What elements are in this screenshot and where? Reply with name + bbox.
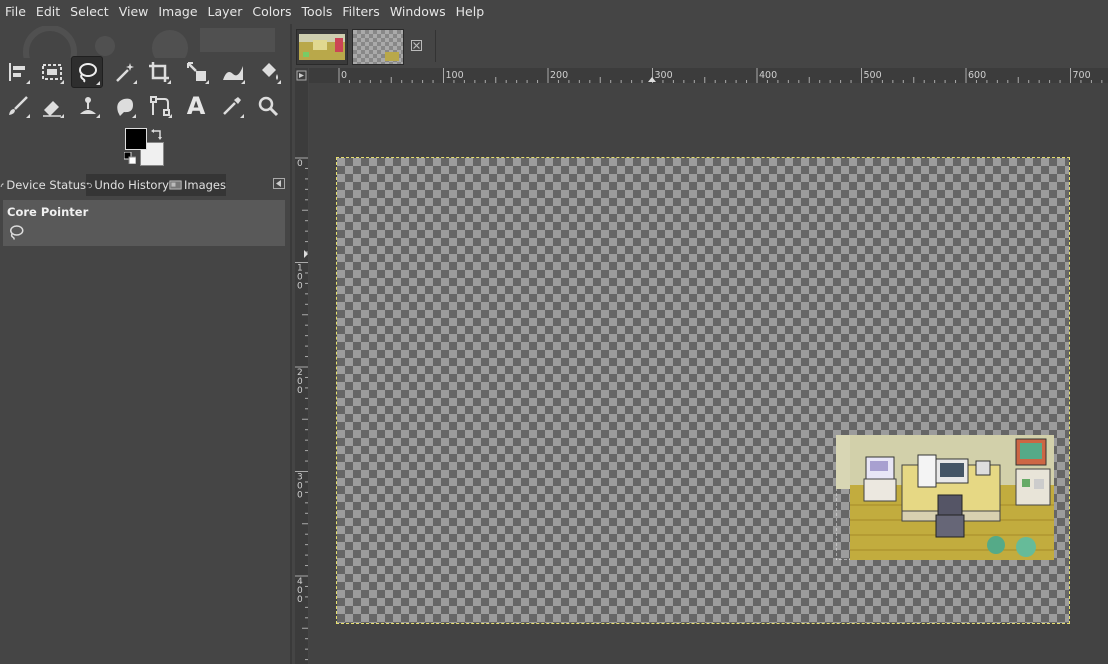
ruler-label: 400: [759, 70, 777, 81]
tab-separator: [435, 30, 436, 62]
swap-colors-icon[interactable]: [151, 128, 163, 140]
vertical-ruler-ticks: 0100200300400: [295, 157, 308, 661]
tab-label: Images: [183, 178, 226, 192]
core-pointer-label: Core Pointer: [7, 205, 89, 219]
close-icon[interactable]: [411, 40, 422, 51]
ruler-label: 200: [550, 70, 568, 81]
ruler-label: 100: [446, 70, 464, 81]
transform-tool-button[interactable]: [183, 58, 211, 86]
menu-bar: File Edit Select View Image Layer Colors Tools F…: [0, 0, 1108, 24]
crop-tool-button[interactable]: [145, 58, 173, 86]
vertical-ruler[interactable]: 0100200300400: [295, 83, 308, 664]
fuzzy-select-tool-button[interactable]: [111, 58, 139, 86]
warp-tool-button[interactable]: [219, 58, 247, 86]
image-canvas[interactable]: [309, 83, 1108, 664]
room-thumbnail-icon: [385, 52, 399, 61]
zoom-icon: [258, 96, 279, 117]
ruler-label: 500: [864, 70, 882, 81]
device-status-icon: [0, 183, 4, 187]
menu-image[interactable]: Image: [153, 0, 202, 24]
horizontal-ruler-ticks: 0 100 200 300 400 500 600 700: [338, 68, 1103, 83]
tab-label: Undo History: [94, 178, 169, 192]
tab-images[interactable]: Images: [169, 174, 226, 196]
free-select-lasso-icon: [10, 225, 24, 240]
ruler-label: 0: [341, 70, 347, 81]
dock-menu-button[interactable]: [273, 178, 285, 189]
paintbrush-tool-button[interactable]: [4, 92, 32, 120]
ruler-label: 300: [655, 70, 673, 81]
tab-label: Device Status: [6, 178, 86, 192]
menu-select[interactable]: Select: [65, 0, 114, 24]
color-picker-tool-button[interactable]: [218, 92, 246, 120]
menu-view[interactable]: View: [114, 0, 154, 24]
ruler-corner-button[interactable]: [295, 68, 308, 83]
align-tool-button[interactable]: [4, 58, 32, 86]
menu-help[interactable]: Help: [451, 0, 490, 24]
menu-windows[interactable]: Windows: [385, 0, 451, 24]
ruler-label-digit: 0: [297, 159, 303, 169]
image-tab-thumbnail[interactable]: [352, 29, 404, 65]
eraser-tool-button[interactable]: [38, 92, 66, 120]
foreground-color-swatch[interactable]: [125, 128, 147, 150]
dock-tabbar: Device Status Undo History Images: [0, 174, 290, 196]
smudge-tool-button[interactable]: [110, 92, 138, 120]
tab-device-status[interactable]: Device Status: [0, 174, 86, 196]
tab-undo-history[interactable]: Undo History: [86, 174, 169, 196]
menu-file[interactable]: File: [0, 0, 31, 24]
toolbox-dock: A Device Status Undo History Images Core…: [0, 24, 290, 664]
ruler-label-digit: 0: [297, 386, 303, 396]
menu-layer[interactable]: Layer: [203, 0, 248, 24]
clone-tool-button[interactable]: [74, 92, 102, 120]
text-icon: A: [186, 92, 206, 120]
text-tool-button[interactable]: A: [182, 92, 210, 120]
undo-history-icon: [86, 182, 92, 189]
ruler-label-digit: 0: [297, 491, 303, 501]
horizontal-ruler[interactable]: 0 100 200 300 400 500 600 700: [309, 68, 1108, 83]
menu-filters[interactable]: Filters: [337, 0, 384, 24]
image-tab-thumbnail[interactable]: [296, 29, 348, 65]
free-select-tool-button[interactable]: [71, 56, 103, 88]
ruler-label-digit: 0: [297, 282, 303, 292]
paths-tool-button[interactable]: [146, 92, 174, 120]
rect-select-tool-button[interactable]: [38, 58, 66, 86]
triangle-right-icon: [296, 70, 307, 81]
triangle-left-icon: [276, 180, 281, 187]
ruler-label-digit: 0: [297, 595, 303, 605]
images-icon: [169, 180, 182, 190]
ruler-label: 700: [1073, 70, 1091, 81]
room-sprite-image: [836, 435, 1054, 560]
room-thumbnail-icon: [299, 34, 345, 60]
bucket-fill-tool-button[interactable]: [255, 58, 283, 86]
zoom-tool-button[interactable]: [254, 92, 282, 120]
device-status-panel: Core Pointer: [3, 200, 285, 246]
wilber-watermark-icon: [23, 26, 275, 58]
menu-edit[interactable]: Edit: [31, 0, 65, 24]
dock-divider[interactable]: [290, 24, 292, 664]
menu-tools[interactable]: Tools: [297, 0, 338, 24]
image-tabs-bar: [292, 24, 1108, 68]
menu-colors[interactable]: Colors: [247, 0, 296, 24]
default-colors-icon[interactable]: [124, 152, 136, 164]
ruler-pointer-marker: [304, 250, 308, 258]
ruler-label: 600: [968, 70, 986, 81]
